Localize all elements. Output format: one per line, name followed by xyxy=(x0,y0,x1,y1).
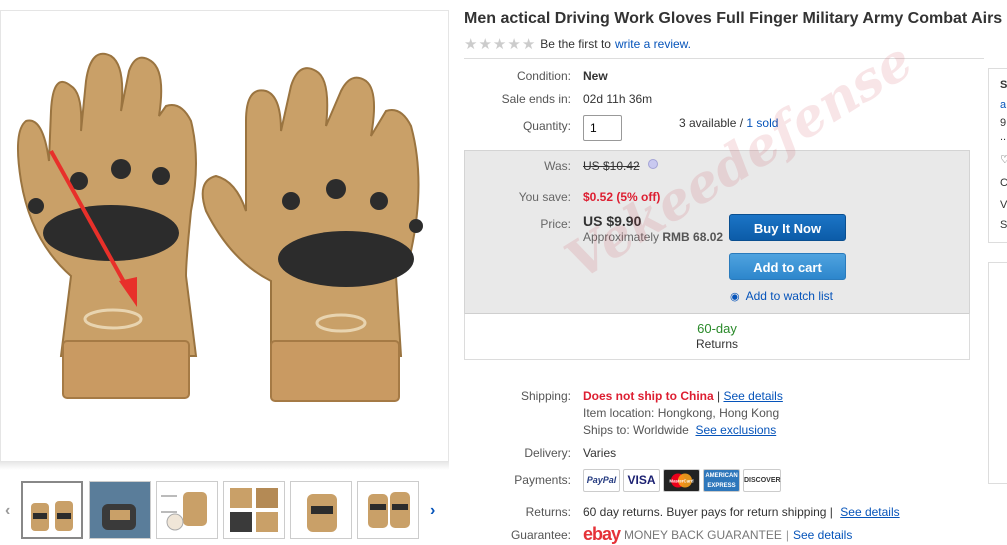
price-label: Price: xyxy=(540,217,571,231)
amex-logo: AMERICAN EXPRESS xyxy=(703,469,740,492)
returns-see-details-link[interactable]: See details xyxy=(840,505,899,519)
ebay-logo: ebay xyxy=(583,524,621,544)
thumbnail-3[interactable] xyxy=(156,481,218,539)
side-ad-panel xyxy=(988,262,1007,484)
discover-logo: DISCOVER xyxy=(743,469,781,492)
sale-ends-value: 02d 11h 36m xyxy=(583,92,653,106)
ships-to-line: Ships to: Worldwide See exclusions xyxy=(583,423,776,437)
info-icon[interactable] xyxy=(648,159,658,169)
guarantee-text: MONEY BACK GUARANTEE xyxy=(624,527,782,542)
available-count: 3 available xyxy=(679,116,737,130)
star-icon: ★ xyxy=(492,36,507,53)
visa-logo: VISA xyxy=(623,469,660,492)
add-to-cart-button[interactable]: Add to cart xyxy=(729,253,846,280)
prev-arrow-icon[interactable]: ‹ xyxy=(5,502,10,520)
guarantee-label: Guarantee: xyxy=(510,528,571,542)
ships-to: Ships to: Worldwide xyxy=(583,423,689,437)
returns-policy-label: Returns: xyxy=(525,505,571,519)
glove-left-image xyxy=(17,52,198,399)
thumbnail-5[interactable] xyxy=(290,481,352,539)
seller-contact[interactable]: C xyxy=(1000,177,1007,189)
star-icon: ★ xyxy=(464,36,478,53)
shipping-warning: Does not ship to China xyxy=(583,389,714,403)
add-to-watch-list[interactable]: Add to watch list xyxy=(746,289,833,303)
eye-icon: ◉ xyxy=(730,290,740,303)
heart-icon[interactable]: ♡ xyxy=(1000,153,1007,166)
guarantee-see-details-link[interactable]: See details xyxy=(793,528,852,542)
thumbnail-2[interactable] xyxy=(89,481,151,539)
star-icon: ★ xyxy=(478,36,492,53)
thumbnail-1[interactable] xyxy=(21,481,83,539)
returns-days: 60-day xyxy=(697,321,737,336)
seller-info-panel: S a 9 .. ♡ C V S xyxy=(988,68,1007,243)
next-arrow-icon[interactable]: › xyxy=(430,502,435,520)
mastercard-label: MasterCard xyxy=(669,479,693,484)
shipping-separator: | xyxy=(713,389,724,403)
sale-ends-label: Sale ends in: xyxy=(501,92,571,106)
see-exclusions-link[interactable]: See exclusions xyxy=(696,423,777,437)
you-save-label: You save: xyxy=(518,190,571,204)
returns-policy-text: 60 day returns. Buyer pays for return sh… xyxy=(583,505,833,519)
returns-policy: 60 day returns. Buyer pays for return sh… xyxy=(583,505,900,519)
rating-row: ★ ★ ★ ★ ★ Be the first to write a review… xyxy=(464,35,691,53)
seller-save[interactable]: S xyxy=(1000,219,1007,231)
delivery-value: Varies xyxy=(583,446,617,460)
paypal-logo: PayPal xyxy=(583,469,620,492)
item-title: Men actical Driving Work Gloves Full Fin… xyxy=(464,10,1003,27)
returns-label: Returns xyxy=(695,337,739,351)
thumbnail-4[interactable] xyxy=(223,481,285,539)
watch-list-link[interactable]: ◉ Add to watch list xyxy=(730,289,833,303)
guarantee-separator: | xyxy=(785,527,789,542)
was-label: Was: xyxy=(544,159,571,173)
condition-value: New xyxy=(583,69,608,83)
seller-visit[interactable]: V xyxy=(1000,199,1007,211)
glove-right-image xyxy=(201,67,423,402)
item-location: Item location: Hongkong, Hong Kong xyxy=(583,406,780,420)
seller-heading: S xyxy=(1000,79,1007,91)
seller-name-link[interactable]: a xyxy=(1000,99,1006,111)
payments-label: Payments: xyxy=(514,473,571,487)
quantity-input[interactable] xyxy=(583,115,622,141)
mastercard-logo: MasterCard xyxy=(663,469,700,492)
quantity-label: Quantity: xyxy=(522,119,571,133)
main-product-image[interactable] xyxy=(0,10,449,462)
shipping-see-details-link[interactable]: See details xyxy=(723,389,782,403)
shipping-label: Shipping: xyxy=(520,389,571,403)
delivery-label: Delivery: xyxy=(524,446,571,460)
thumbnail-strip: ‹ › xyxy=(0,478,449,539)
guarantee-row: ebay MONEY BACK GUARANTEE | See details xyxy=(583,524,852,545)
write-review-link[interactable]: write a review. xyxy=(615,37,691,51)
seller-ellipsis: .. xyxy=(1000,131,1007,143)
star-icon: ★ xyxy=(521,36,536,53)
seller-score: 9 xyxy=(1000,117,1007,129)
image-shadow xyxy=(0,462,449,470)
rating-text: Be the first to xyxy=(540,37,611,51)
thumbnail-6[interactable] xyxy=(357,481,419,539)
condition-label: Condition: xyxy=(516,69,571,83)
was-price: US $10.42 xyxy=(583,159,640,173)
shipping-line: Does not ship to China | See details xyxy=(583,389,783,403)
buy-it-now-button[interactable]: Buy It Now xyxy=(729,214,846,241)
star-icon: ★ xyxy=(507,36,521,53)
